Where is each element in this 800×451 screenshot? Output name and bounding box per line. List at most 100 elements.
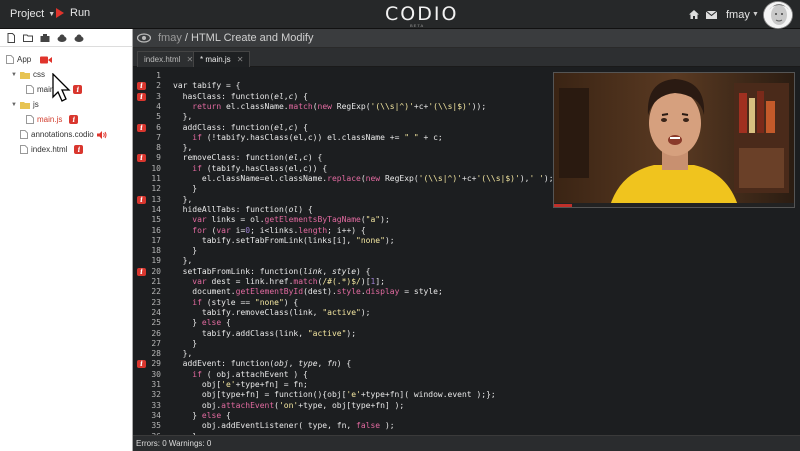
code-line[interactable]: 28 }, bbox=[133, 349, 800, 359]
line-number: 33 bbox=[151, 400, 161, 410]
code-line[interactable]: 25 } else { bbox=[133, 318, 800, 328]
info-icon[interactable]: i bbox=[69, 115, 79, 124]
code-line[interactable]: i 20 setTabFromLink: function(link, style… bbox=[133, 267, 800, 277]
home-icon[interactable] bbox=[689, 10, 699, 19]
code-text: }, bbox=[173, 112, 193, 122]
presenter-video[interactable] bbox=[553, 72, 795, 208]
chevron-down-icon[interactable]: ▼ bbox=[752, 11, 759, 18]
tree-item-main-js[interactable]: main.js i bbox=[26, 115, 79, 124]
code-text: tabify.removeClass(link, "active"); bbox=[173, 307, 371, 317]
line-number: 22 bbox=[151, 287, 161, 297]
line-number: 4 bbox=[156, 101, 161, 111]
code-line[interactable]: 23 if (style == "none") { bbox=[133, 298, 800, 308]
line-number: 15 bbox=[151, 215, 161, 225]
close-icon[interactable]: ✕ bbox=[237, 55, 244, 64]
code-line[interactable]: 22 document.getElementById(dest).style.d… bbox=[133, 287, 800, 297]
tree-item-app[interactable]: App bbox=[6, 55, 53, 64]
code-line[interactable]: 21 var dest = link.href.match(/#(.*)$/)[… bbox=[133, 277, 800, 287]
code-text: obj['e'+type+fn] = fn; bbox=[173, 380, 308, 389]
code-line[interactable]: 17 tabify.setTabFromLink(links[i], "none… bbox=[133, 236, 800, 246]
breadcrumb-separator: / bbox=[181, 32, 192, 44]
sidebar-toolbar bbox=[0, 29, 132, 47]
status-text: Errors: 0 Warnings: 0 bbox=[136, 439, 212, 448]
tree-item-label: js bbox=[33, 100, 39, 109]
code-text: } else { bbox=[173, 318, 231, 328]
line-number: 25 bbox=[151, 318, 161, 328]
info-icon[interactable]: i bbox=[74, 145, 84, 154]
tree-item-css[interactable]: ▼ css bbox=[11, 70, 45, 79]
code-line[interactable]: 35 obj.addEventListener( type, fn, false… bbox=[133, 421, 800, 431]
code-line[interactable]: i 29 addEvent: function(obj, type, fn) { bbox=[133, 359, 800, 369]
code-text: for (var i=0; i<links.length; i++) { bbox=[192, 225, 366, 235]
tree-item-label: annotations.codio bbox=[31, 130, 94, 139]
tree-item-label: index.html bbox=[31, 145, 68, 154]
video-camera-icon[interactable] bbox=[40, 56, 53, 64]
tree-item-annotations[interactable]: annotations.codio bbox=[20, 130, 107, 139]
new-folder-icon[interactable] bbox=[23, 33, 33, 43]
code-text: if ( obj.attachEvent ) { bbox=[192, 369, 308, 379]
code-text: var links = ol.getElementsByTagName("a")… bbox=[192, 215, 390, 225]
code-text: if (style == "none") { bbox=[192, 297, 299, 307]
file-icon bbox=[26, 115, 34, 124]
code-text: hideAllTabs: function(ol) { bbox=[173, 204, 313, 214]
line-number: 30 bbox=[151, 369, 161, 379]
tree-item-index-html[interactable]: index.html i bbox=[20, 145, 84, 154]
project-menu[interactable]: Project ▼ bbox=[10, 8, 55, 20]
code-text: }, bbox=[173, 143, 193, 153]
code-text: if (!tabify.hasClass(el,c)) el.className… bbox=[192, 132, 443, 142]
code-text: } bbox=[173, 338, 198, 348]
code-text: var tabify = { bbox=[173, 81, 241, 91]
breadcrumb: fmay / HTML Create and Modify bbox=[158, 32, 314, 44]
expand-triangle-icon[interactable]: ▼ bbox=[11, 72, 17, 78]
line-number: 29 bbox=[151, 359, 161, 369]
file-icon bbox=[20, 130, 28, 139]
line-number: 19 bbox=[151, 256, 161, 266]
speaker-icon[interactable] bbox=[96, 130, 107, 139]
code-text: }, bbox=[173, 194, 193, 204]
upload-icon[interactable] bbox=[40, 33, 50, 43]
tree-item-label: css bbox=[33, 70, 45, 79]
code-text: obj.addEventListener( type, fn, false ); bbox=[173, 421, 395, 431]
code-text: addClass: function(el,c) { bbox=[173, 122, 308, 132]
code-text: }, bbox=[173, 256, 193, 266]
run-button[interactable]: Run bbox=[56, 7, 90, 19]
code-line[interactable]: 19 }, bbox=[133, 256, 800, 266]
tree-item-js[interactable]: ▼ js bbox=[11, 100, 39, 109]
code-line[interactable]: 31 obj['e'+type+fn] = fn; bbox=[133, 380, 800, 390]
username[interactable]: fmay bbox=[726, 9, 750, 21]
code-line[interactable]: 24 tabify.removeClass(link, "active"); bbox=[133, 308, 800, 318]
mail-icon[interactable] bbox=[706, 11, 717, 19]
file-icon bbox=[26, 85, 34, 94]
line-number: 3 bbox=[156, 91, 161, 101]
video-frame bbox=[554, 73, 794, 207]
cloud-upload-icon[interactable] bbox=[57, 33, 67, 43]
avatar[interactable] bbox=[763, 1, 793, 29]
code-line[interactable]: 32 obj[type+fn] = function(){obj['e'+typ… bbox=[133, 390, 800, 400]
code-line[interactable]: 26 tabify.addClass(link, "active"); bbox=[133, 329, 800, 339]
line-number: 26 bbox=[151, 328, 161, 338]
code-text: tabify.addClass(link, "active"); bbox=[173, 328, 357, 338]
code-line[interactable]: 27 } bbox=[133, 339, 800, 349]
project-menu-label: Project bbox=[10, 8, 45, 20]
new-file-icon[interactable] bbox=[6, 32, 16, 43]
code-line[interactable]: 33 obj.attachEvent('on'+type, obj[type+f… bbox=[133, 401, 800, 411]
line-number: 21 bbox=[151, 277, 161, 286]
code-text: document.getElementById(dest).style.disp… bbox=[173, 287, 443, 297]
code-line[interactable]: 30 if ( obj.attachEvent ) { bbox=[133, 370, 800, 380]
cloud-download-icon[interactable] bbox=[74, 33, 84, 43]
tab-main-js[interactable]: * main.js ✕ bbox=[193, 51, 251, 67]
tab-index-html[interactable]: index.html ✕ bbox=[137, 51, 201, 67]
code-line[interactable]: 15 var links = ol.getElementsByTagName("… bbox=[133, 215, 800, 225]
code-line[interactable]: 34 } else { bbox=[133, 411, 800, 421]
code-line[interactable]: 18 } bbox=[133, 246, 800, 256]
expand-triangle-icon[interactable]: ▼ bbox=[11, 102, 17, 108]
line-number: 24 bbox=[151, 307, 161, 317]
breadcrumb-user[interactable]: fmay bbox=[158, 32, 182, 44]
eye-icon[interactable] bbox=[137, 33, 151, 43]
info-icon[interactable]: i bbox=[73, 85, 83, 94]
line-number: 16 bbox=[151, 225, 161, 235]
file-icon bbox=[20, 145, 28, 154]
line-number: 18 bbox=[151, 246, 161, 256]
line-number: 8 bbox=[156, 143, 161, 153]
code-line[interactable]: 16 for (var i=0; i<links.length; i++) { bbox=[133, 226, 800, 236]
